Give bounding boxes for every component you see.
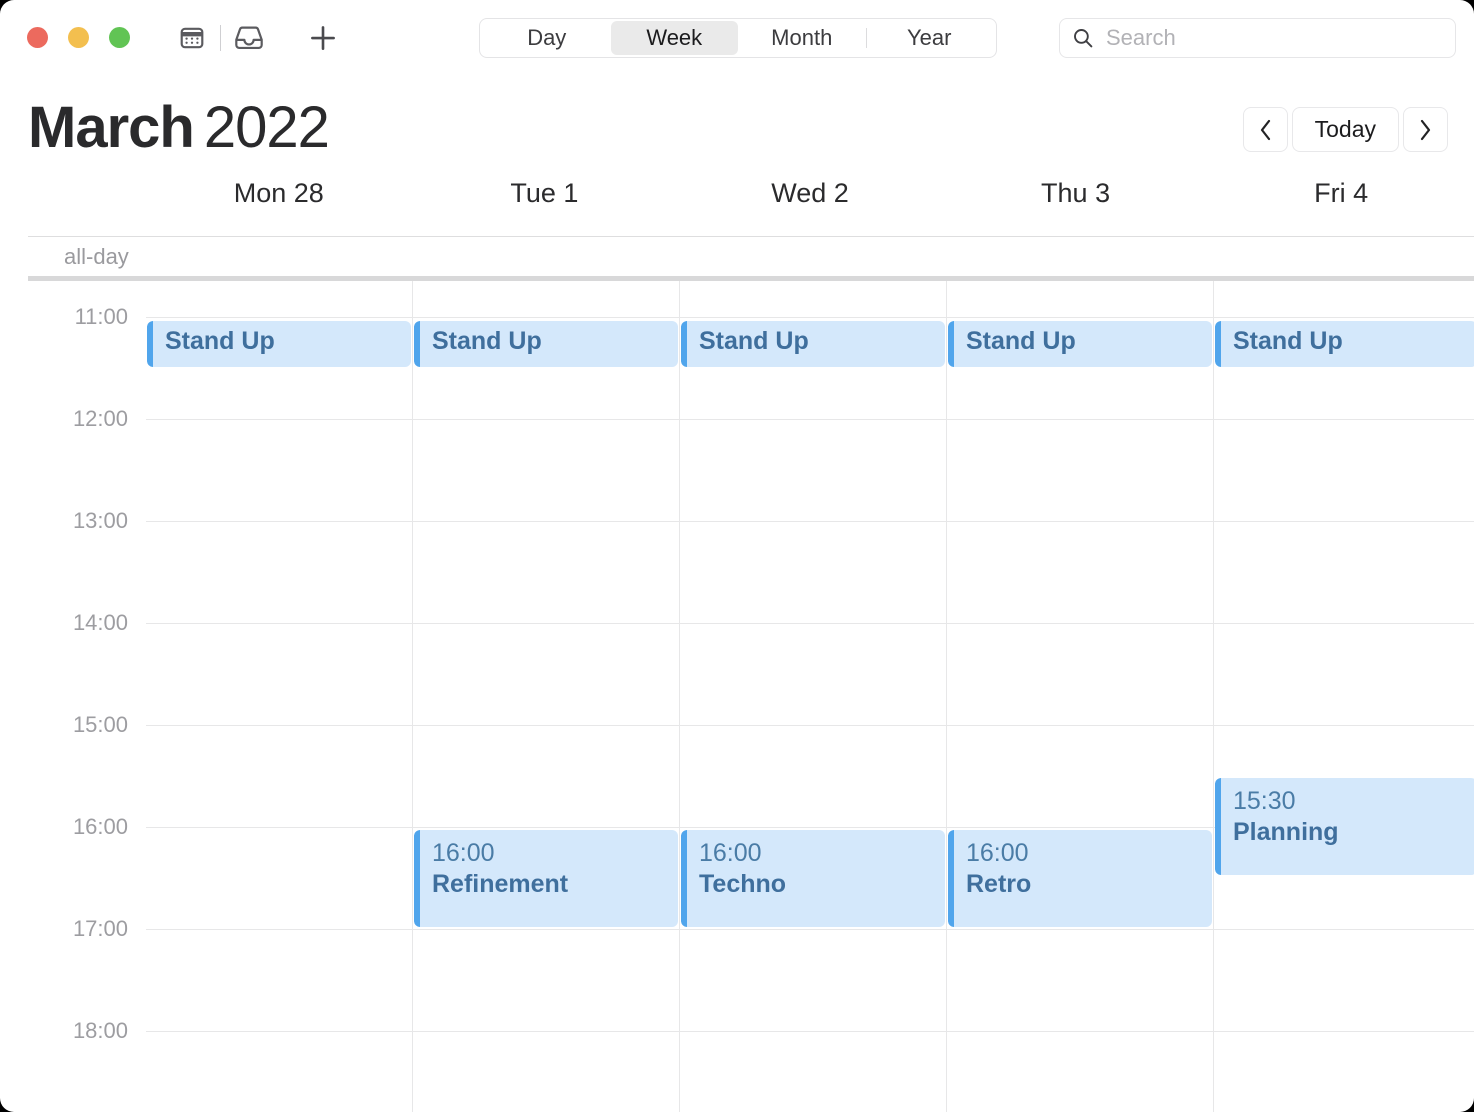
- tab-day[interactable]: Day: [483, 21, 611, 55]
- column-divider-2: [679, 281, 680, 1112]
- hour-gridline-1800: [146, 1031, 1474, 1032]
- inbox-icon[interactable]: [227, 20, 271, 56]
- event-title: Stand Up: [966, 327, 1076, 355]
- all-day-row[interactable]: all-day: [0, 236, 1474, 281]
- calendar-event[interactable]: Stand Up: [147, 321, 411, 367]
- title-month: March: [28, 95, 195, 160]
- search-icon: [1072, 27, 1094, 49]
- event-title: Retro: [966, 869, 1032, 898]
- day-header-fri: Fri 4: [1314, 178, 1369, 208]
- calendar-event[interactable]: Stand Up: [414, 321, 678, 367]
- minimize-window-button[interactable]: [68, 27, 89, 48]
- hour-gridline-1300: [146, 521, 1474, 522]
- event-title: Stand Up: [165, 327, 275, 355]
- event-time: 16:00: [699, 839, 762, 867]
- tab-week[interactable]: Week: [610, 21, 738, 55]
- hour-label-1700: 17:00: [72, 916, 128, 941]
- hour-gridline-1700: [146, 929, 1474, 930]
- toolbar-divider: [220, 25, 221, 51]
- day-header-row: Mon 28 Tue 1 Wed 2 Thu 3 Fri 4: [0, 178, 1474, 236]
- time-gutter-spacer: [0, 178, 146, 236]
- column-divider-3: [946, 281, 947, 1112]
- event-title: Stand Up: [1233, 327, 1343, 355]
- day-header-wed: Wed 2: [771, 178, 849, 208]
- day-header-mon: Mon 28: [233, 178, 324, 208]
- column-divider-4: [1213, 281, 1214, 1112]
- column-divider-1: [412, 281, 413, 1112]
- event-time: 15:30: [1233, 787, 1296, 815]
- add-icon[interactable]: [301, 20, 345, 56]
- hour-label-1400: 14:00: [72, 610, 128, 635]
- hour-label-1800: 18:00: [72, 1018, 128, 1043]
- header-row: March 2022 Today: [0, 80, 1474, 170]
- page-title: March 2022: [28, 94, 330, 161]
- all-day-top-border: [28, 236, 1474, 237]
- hour-label-1100: 11:00: [74, 304, 128, 329]
- calendar-event[interactable]: 16:00 Refinement: [414, 830, 678, 927]
- hour-label-1600: 16:00: [72, 814, 128, 839]
- close-window-button[interactable]: [27, 27, 48, 48]
- calendar-window: Day Week Month Year Search March 2022 To…: [0, 0, 1474, 1112]
- hour-label-1200: 12:00: [72, 406, 128, 431]
- hour-gridline-1100: [146, 317, 1474, 318]
- all-day-label: all-day: [64, 244, 129, 269]
- event-title: Planning: [1233, 817, 1339, 846]
- calendar-event[interactable]: 16:00 Techno: [681, 830, 945, 927]
- search-input[interactable]: Search: [1106, 25, 1176, 51]
- calendar-icon[interactable]: [170, 20, 214, 56]
- time-grid: 11:00 12:00 13:00 14:00 15:00 16:00 17:00 18:00…: [0, 281, 1474, 1112]
- previous-week-button[interactable]: [1242, 107, 1288, 152]
- tab-month[interactable]: Month: [738, 21, 866, 55]
- calendar-event[interactable]: 15:30 Planning: [1215, 778, 1474, 875]
- view-segmented-control[interactable]: Day Week Month Year: [479, 18, 997, 58]
- maximize-window-button[interactable]: [109, 27, 130, 48]
- hour-label-1300: 13:00: [72, 508, 128, 533]
- event-title: Techno: [699, 869, 787, 898]
- calendar-event[interactable]: 16:00 Retro: [948, 830, 1212, 927]
- event-title: Stand Up: [699, 327, 809, 355]
- event-time: 16:00: [966, 839, 1029, 867]
- event-title: Refinement: [432, 869, 569, 898]
- tab-year[interactable]: Year: [865, 21, 994, 55]
- traffic-lights: [27, 27, 130, 48]
- calendar-event[interactable]: Stand Up: [681, 321, 945, 367]
- toolbar-icon-group: [170, 20, 345, 56]
- day-header-thu: Thu 3: [1041, 178, 1111, 208]
- day-header-tue: Tue 1: [510, 178, 579, 208]
- hour-gridline-1400: [146, 623, 1474, 624]
- toolbar: Day Week Month Year Search: [0, 0, 1474, 76]
- hour-gridline-1200: [146, 419, 1474, 420]
- hour-label-1500: 15:00: [72, 712, 128, 737]
- hour-gridline-1500: [146, 725, 1474, 726]
- event-time: 16:00: [432, 839, 495, 867]
- date-navigation: Today: [1242, 107, 1448, 152]
- search-field[interactable]: Search: [1059, 18, 1456, 58]
- calendar-event[interactable]: Stand Up: [948, 321, 1212, 367]
- title-year: 2022: [203, 95, 330, 160]
- calendar-event[interactable]: Stand Up: [1215, 321, 1474, 367]
- next-week-button[interactable]: [1403, 107, 1448, 152]
- event-title: Stand Up: [432, 327, 542, 355]
- today-button[interactable]: Today: [1291, 107, 1399, 152]
